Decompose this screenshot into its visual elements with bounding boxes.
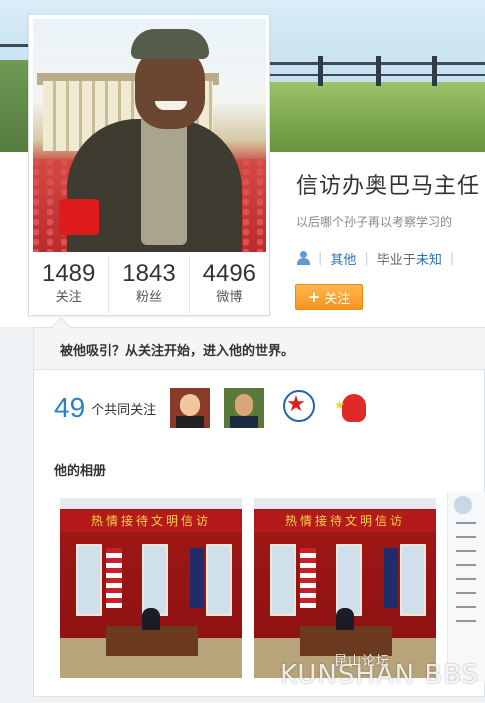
education-link[interactable]: 未知 [416,249,442,268]
person-icon [296,251,310,265]
profile-bio: 以后哪个孙子再以考察学习的 [296,215,453,229]
cover-fence-post [432,56,437,86]
plus-icon: + [307,288,321,306]
meta-divider: | [449,250,455,266]
follow-button[interactable]: + 关注 [295,284,363,310]
common-follow-avatar[interactable] [224,388,265,428]
photo-window [270,544,296,616]
category-link[interactable]: 其他 [330,249,356,268]
avatar-smile [155,101,187,110]
photo-flag [300,548,316,608]
stat-following-count: 1489 [41,260,96,287]
stat-posts-label: 微博 [216,290,243,305]
profile-name: 信访办奥巴马主任 [296,174,481,199]
follow-button-label: 关注 [324,291,351,307]
common-follow-row: 49 个共同关注 [54,388,386,428]
cover-grass-hill [250,82,485,152]
stat-following[interactable]: 1489 关注 [29,257,110,313]
follow-prompt-bar: 被他吸引？从关注开始，进入他的世界。 [34,317,485,370]
common-follow-panel: 被他吸引？从关注开始，进入他的世界。 49 个共同关注 他的相册 热情接待文明信… [33,317,485,697]
photo-flag [190,548,204,608]
profile-stats: 1489 关注 1843 粉丝 4496 微博 [29,257,269,313]
photo-window [400,544,426,616]
photo-figure [336,608,354,630]
profile-meta: | 其他 | 毕业于 未知 | [296,248,462,268]
photo-window [76,544,102,616]
partial-post-preview[interactable] [447,492,485,682]
meta-divider: | [318,250,323,266]
photo-banner: 热情接待文明信访 [254,510,436,532]
cover-fence-rail-lower [265,74,485,76]
photo-desk [106,626,198,656]
stat-following-label: 关注 [55,290,82,305]
cover-fence-post [318,56,323,86]
common-follow-label[interactable]: 个共同关注 [91,399,156,418]
stat-followers-label: 粉丝 [135,290,162,305]
common-follow-avatar[interactable] [170,388,211,428]
meta-divider: | [364,250,369,266]
photo-window [206,544,232,616]
post-text-lines [456,522,476,622]
common-follow-count[interactable]: 49 [54,392,85,424]
cover-fence-rail [265,62,485,65]
album-photo[interactable]: 热情接待文明信访 [60,498,242,678]
stat-followers[interactable]: 1843 粉丝 [109,257,190,313]
photo-window [142,544,168,616]
avatar-armband [59,199,99,235]
common-follow-avatar[interactable] [278,388,319,428]
post-avatar-icon [454,496,472,514]
avatar-card: 1489 关注 1843 粉丝 4496 微博 [28,14,270,316]
avatar-collar [141,115,187,245]
follow-prompt-text: 被他吸引？从关注开始，进入他的世界。 [60,344,295,359]
stat-posts[interactable]: 4496 微博 [190,257,269,313]
album-title: 他的相册 [54,464,107,479]
photo-window [336,544,362,616]
watermark-subtitle: 昆山论坛 [334,654,391,669]
education-label: 毕业于 [376,252,416,268]
cover-fence-post [376,56,381,86]
avatar-cap [131,29,209,59]
photo-flag [106,548,122,608]
photo-flag [384,548,398,608]
avatar[interactable] [33,19,266,252]
stat-posts-count: 4496 [202,260,257,287]
stat-followers-count: 1843 [122,260,176,287]
forum-watermark: 昆山论坛 KUNSHAN BBS [280,654,479,690]
photo-figure [142,608,160,630]
photo-banner: 热情接待文明信访 [60,510,242,532]
common-follow-avatar[interactable] [332,388,373,428]
